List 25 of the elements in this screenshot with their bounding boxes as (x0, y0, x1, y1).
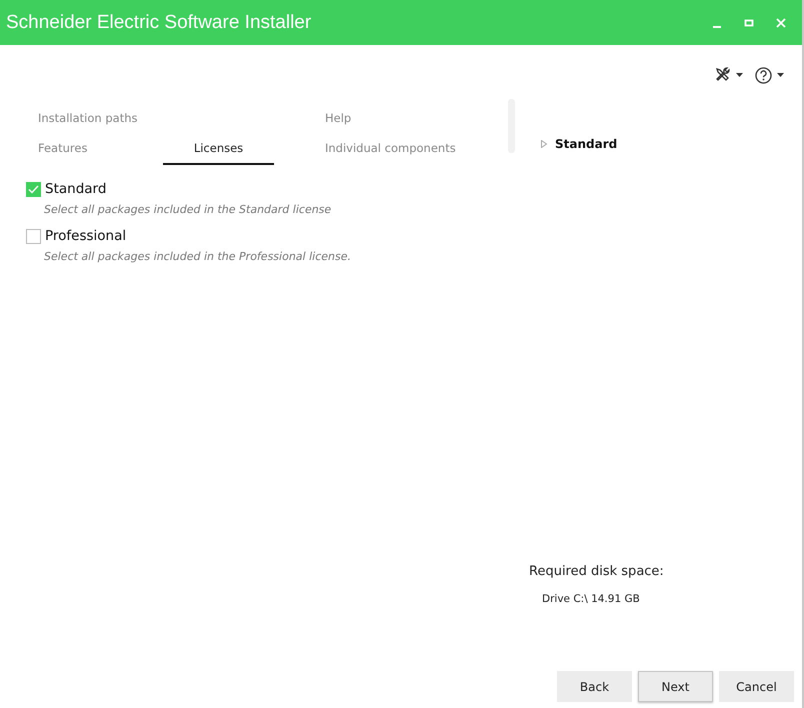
wizard-button[interactable]: Cancel (719, 671, 794, 702)
window-title: Schneider Electric Software Installer (6, 12, 312, 34)
caret-icon (736, 73, 743, 77)
wizard-button[interactable]: Back (557, 671, 632, 702)
license-description: Select all packages included in the Standard license (44, 203, 332, 216)
maximize-icon (744, 18, 754, 28)
license-description: Select all packages included in the Professional license. (44, 250, 352, 263)
drive-space-text: Drive C:\ 14.91 GB (542, 593, 641, 605)
checkbox[interactable] (26, 228, 41, 244)
disk-space-label: Required disk space: (529, 564, 665, 579)
help-icon (755, 66, 772, 84)
wizard-button[interactable]: Next (638, 671, 713, 702)
checkbox[interactable] (26, 182, 41, 196)
tab[interactable]: Individual components (313, 135, 474, 165)
minimize-icon (713, 26, 721, 28)
caret-icon (777, 73, 784, 77)
tab[interactable]: Licenses (163, 135, 274, 165)
tree-item[interactable]: Standard (555, 137, 618, 151)
close-icon (776, 18, 786, 28)
license-label: Standard (45, 181, 106, 197)
tab[interactable]: Features (26, 135, 106, 165)
tab[interactable]: Help (313, 105, 370, 135)
license-label: Professional (45, 228, 126, 244)
tab[interactable]: Installation paths (26, 105, 156, 135)
tools-icon (715, 67, 731, 83)
